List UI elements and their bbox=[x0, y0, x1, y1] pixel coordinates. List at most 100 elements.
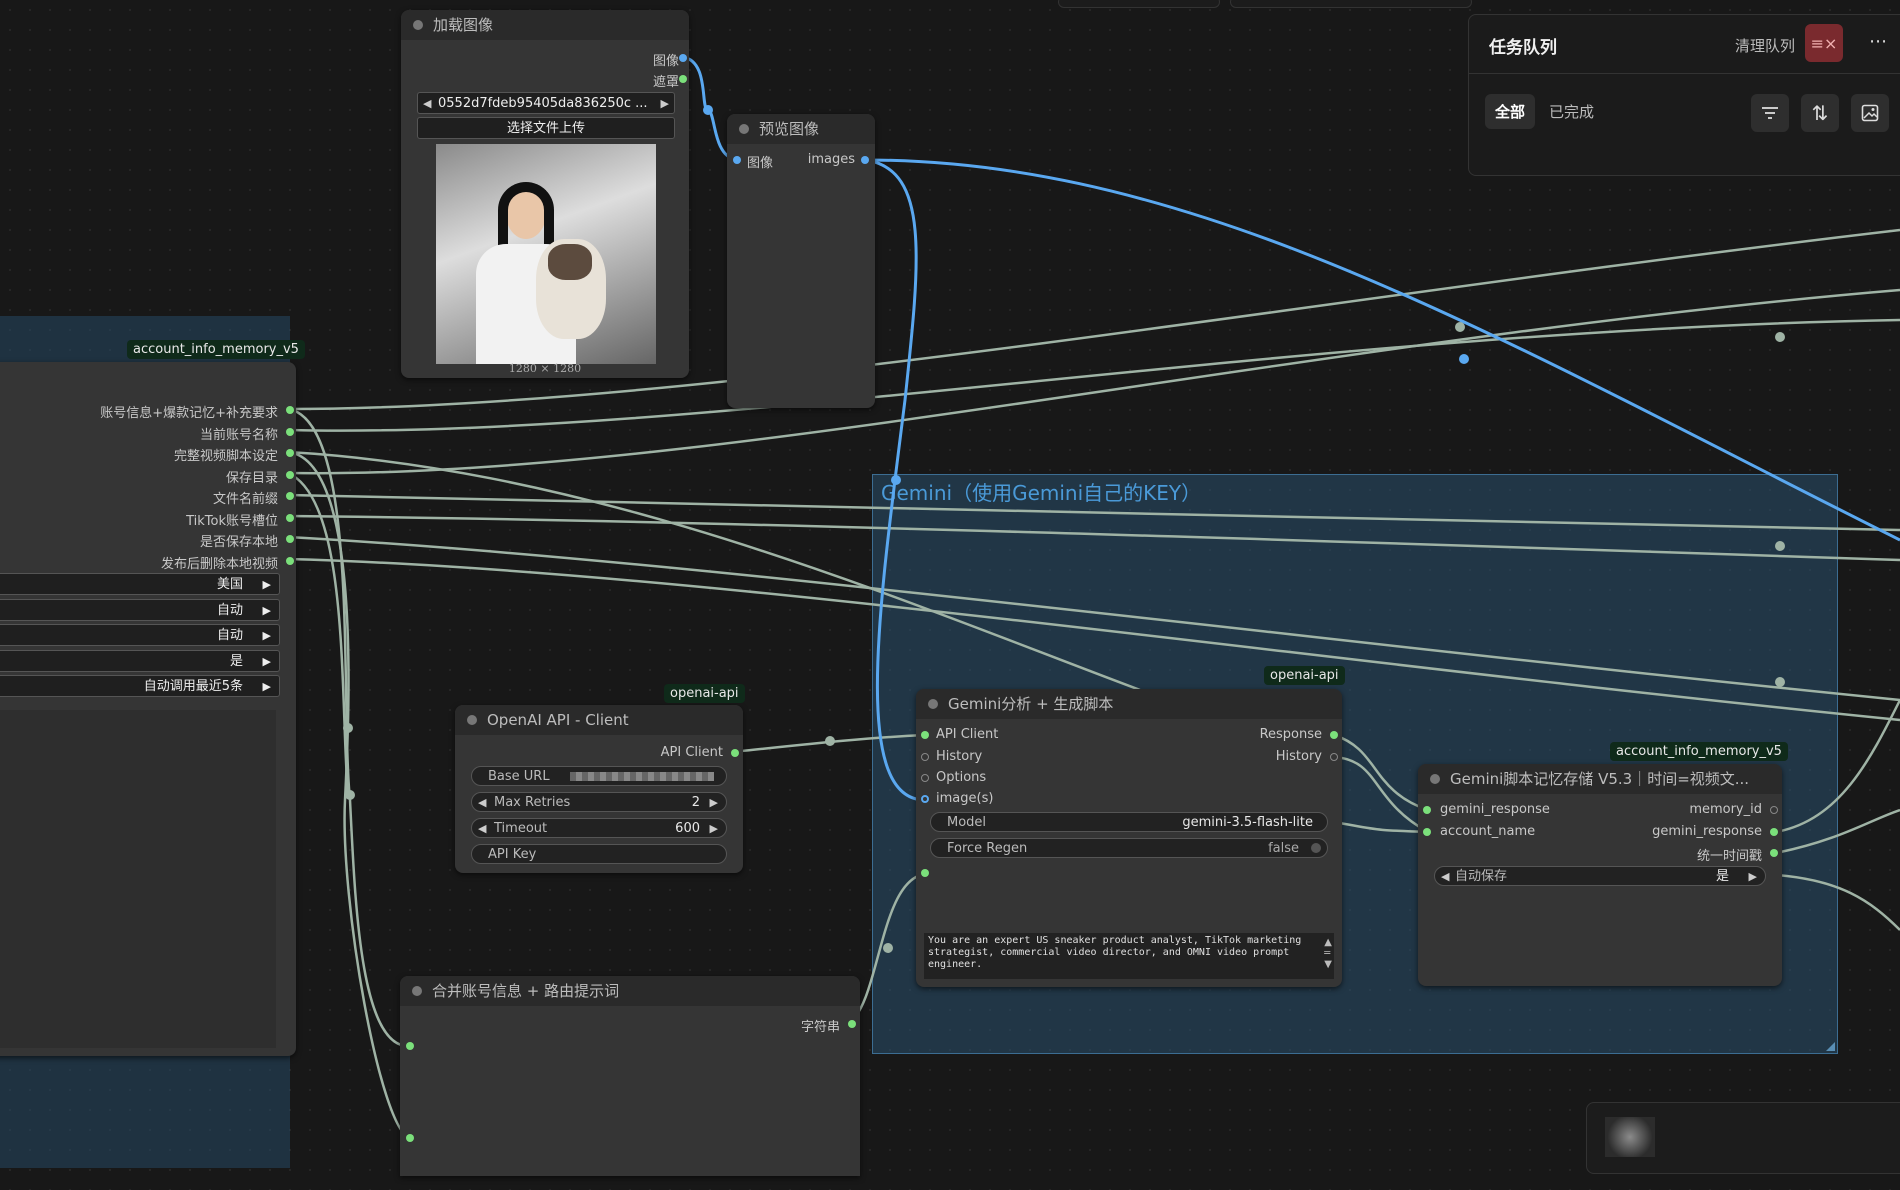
account-output-label: 文件名前缀 bbox=[212, 492, 278, 507]
input-response-label: gemini_response bbox=[1440, 802, 1550, 817]
image-file-select[interactable]: ◀ 0552d7fdeb95405da836250c ... ▶ bbox=[417, 92, 675, 114]
account-output-pin[interactable] bbox=[286, 513, 294, 522]
collapse-dot[interactable] bbox=[467, 715, 477, 725]
output-mask-pin[interactable] bbox=[679, 75, 687, 83]
next-arrow-icon[interactable]: ▶ bbox=[263, 600, 271, 622]
scroll-arrows-icon[interactable]: ▲ ═ ▼ bbox=[1324, 937, 1332, 970]
masked-value bbox=[570, 772, 714, 781]
thumbnail bbox=[1605, 1117, 1655, 1157]
clear-queue-icon[interactable]: ≡× bbox=[1805, 24, 1843, 62]
account-option-select[interactable]: 是 ▶ bbox=[0, 649, 280, 673]
decrement-icon[interactable]: ◀ bbox=[478, 793, 486, 813]
account-option-select[interactable]: 自动 ▶ bbox=[0, 624, 280, 646]
account-output-label: 保存目录 bbox=[225, 470, 278, 486]
prev-arrow-icon[interactable]: ◀ bbox=[1441, 867, 1449, 887]
input-account-pin[interactable] bbox=[1423, 828, 1431, 836]
image-size-label: 1280 × 1280 bbox=[508, 362, 582, 375]
collapse-dot[interactable] bbox=[413, 20, 423, 30]
account-option-select[interactable]: 美国 ▶ bbox=[0, 573, 280, 595]
group-resize-handle[interactable] bbox=[1826, 1042, 1835, 1051]
account-output-pin[interactable] bbox=[286, 449, 294, 457]
output-history-pin[interactable] bbox=[1330, 753, 1338, 761]
input-prompt-pin[interactable] bbox=[921, 869, 929, 877]
collapse-dot[interactable] bbox=[739, 124, 749, 134]
account-output-pin[interactable] bbox=[286, 535, 294, 543]
clear-queue-label[interactable]: 清理队列 bbox=[1735, 35, 1795, 56]
gemini-node-tag: openai-api bbox=[1264, 666, 1345, 685]
image-view-icon[interactable] bbox=[1851, 94, 1889, 132]
account-output-pin[interactable] bbox=[286, 492, 294, 500]
collapse-dot[interactable] bbox=[928, 699, 938, 709]
input-images-pin[interactable] bbox=[921, 795, 929, 803]
option-value: 自动调用最近5条 bbox=[143, 679, 243, 694]
prompt-textarea[interactable]: You are an expert US sneaker product ana… bbox=[924, 933, 1334, 979]
account-option-select[interactable]: 自动调用最近5条 ▶ bbox=[0, 675, 280, 697]
account-node-tag: account_info_memory_v5 bbox=[127, 340, 305, 359]
next-arrow-icon[interactable]: ▶ bbox=[263, 676, 271, 698]
collapse-dot[interactable] bbox=[412, 986, 422, 996]
output-memory-id-pin[interactable] bbox=[1770, 806, 1778, 814]
decrement-icon[interactable]: ◀ bbox=[478, 819, 486, 839]
offscreen-node-edge bbox=[1230, 0, 1472, 8]
output-images-pin[interactable] bbox=[861, 156, 869, 164]
increment-icon[interactable]: ▶ bbox=[710, 819, 718, 839]
preview-image-node[interactable]: 预览图像 图像 images bbox=[727, 114, 875, 408]
account-output-pin[interactable] bbox=[286, 406, 294, 414]
task-queue-panel: 任务队列 清理队列 ≡× ⋯ 全部 已完成 ⇅ bbox=[1468, 14, 1900, 176]
prev-arrow-icon[interactable]: ◀ bbox=[423, 93, 431, 115]
node-title: Gemini分析 + 生成脚本 bbox=[916, 689, 1342, 719]
base-url-field[interactable]: Base URL bbox=[471, 766, 727, 786]
next-arrow-icon[interactable]: ▶ bbox=[263, 651, 271, 673]
increment-icon[interactable]: ▶ bbox=[710, 793, 718, 813]
openai-client-node[interactable]: OpenAI API - Client API Client Base URL … bbox=[455, 705, 743, 873]
toggle-knob[interactable] bbox=[1311, 843, 1321, 853]
output-string-pin[interactable] bbox=[848, 1020, 856, 1028]
next-arrow-icon[interactable]: ▶ bbox=[1749, 867, 1757, 887]
bottom-right-thumbnail-panel bbox=[1586, 1102, 1900, 1174]
account-output-pin[interactable] bbox=[286, 556, 294, 565]
input-options-pin[interactable] bbox=[921, 774, 929, 782]
input-options-label: Options bbox=[936, 770, 987, 785]
input-image-pin[interactable] bbox=[733, 156, 741, 164]
output-image-pin[interactable] bbox=[679, 54, 687, 62]
output-time-pin[interactable] bbox=[1770, 849, 1778, 857]
force-regen-toggle[interactable]: Force Regen false bbox=[930, 838, 1328, 858]
collapse-dot[interactable] bbox=[1430, 774, 1440, 784]
upload-button[interactable]: 选择文件上传 bbox=[417, 117, 675, 139]
next-arrow-icon[interactable]: ▶ bbox=[263, 625, 271, 647]
account-option-select[interactable]: 自动 ▶ bbox=[0, 598, 280, 622]
next-arrow-icon[interactable]: ▶ bbox=[661, 93, 669, 115]
timeout-stepper[interactable]: ◀ Timeout 600 ▶ bbox=[471, 818, 727, 838]
filter-icon[interactable] bbox=[1751, 94, 1789, 132]
api-key-field[interactable]: API Key bbox=[471, 844, 727, 864]
merge-prompt-node[interactable]: 合并账号信息 + 路由提示词 字符串 bbox=[400, 976, 860, 1176]
account-output-pin[interactable] bbox=[286, 427, 294, 436]
gemini-analysis-node[interactable]: Gemini分析 + 生成脚本 API Client History Optio… bbox=[916, 689, 1342, 987]
sort-icon[interactable]: ⇅ bbox=[1801, 94, 1839, 132]
output-api-client-pin[interactable] bbox=[731, 749, 739, 757]
load-image-node[interactable]: 加载图像 图像 遮罩 ◀ 0552d7fdeb95405da836250c ..… bbox=[401, 10, 689, 378]
memory-store-node[interactable]: Gemini脚本记忆存储 V5.3｜时间=视频文... gemini_respo… bbox=[1418, 764, 1782, 986]
memory-node-tag: account_info_memory_v5 bbox=[1610, 742, 1788, 761]
autosave-select[interactable]: ◀ 自动保存 是 ▶ bbox=[1434, 866, 1766, 886]
account-text-area[interactable] bbox=[0, 710, 276, 1048]
input-history-pin[interactable] bbox=[921, 753, 929, 761]
tab-all[interactable]: 全部 bbox=[1485, 94, 1536, 129]
input-pin-1[interactable] bbox=[406, 1042, 414, 1050]
account-output-label: 当前账号名称 bbox=[199, 427, 278, 443]
account-info-node[interactable]: 账号信息+爆款记忆+补充要求 当前账号名称 完整视频脚本设定 保存目录 文件名前缀 Tik… bbox=[0, 362, 296, 1056]
account-output-pin[interactable] bbox=[286, 470, 294, 479]
account-output-label: 是否保存本地 bbox=[199, 535, 278, 550]
output-response-pin[interactable] bbox=[1330, 731, 1338, 739]
tab-completed[interactable]: 已完成 bbox=[1549, 101, 1594, 122]
model-select[interactable]: Model gemini-3.5-flash-lite bbox=[930, 812, 1328, 832]
more-icon[interactable]: ⋯ bbox=[1869, 31, 1887, 52]
input-account-label: account_name bbox=[1440, 824, 1536, 839]
input-images-label: image(s) bbox=[936, 791, 994, 806]
output-response-pin[interactable] bbox=[1770, 828, 1778, 836]
max-retries-stepper[interactable]: ◀ Max Retries 2 ▶ bbox=[471, 792, 727, 812]
input-pin-2[interactable] bbox=[406, 1134, 414, 1142]
input-api-client-pin[interactable] bbox=[921, 731, 929, 739]
input-response-pin[interactable] bbox=[1423, 806, 1431, 814]
next-arrow-icon[interactable]: ▶ bbox=[263, 574, 271, 596]
